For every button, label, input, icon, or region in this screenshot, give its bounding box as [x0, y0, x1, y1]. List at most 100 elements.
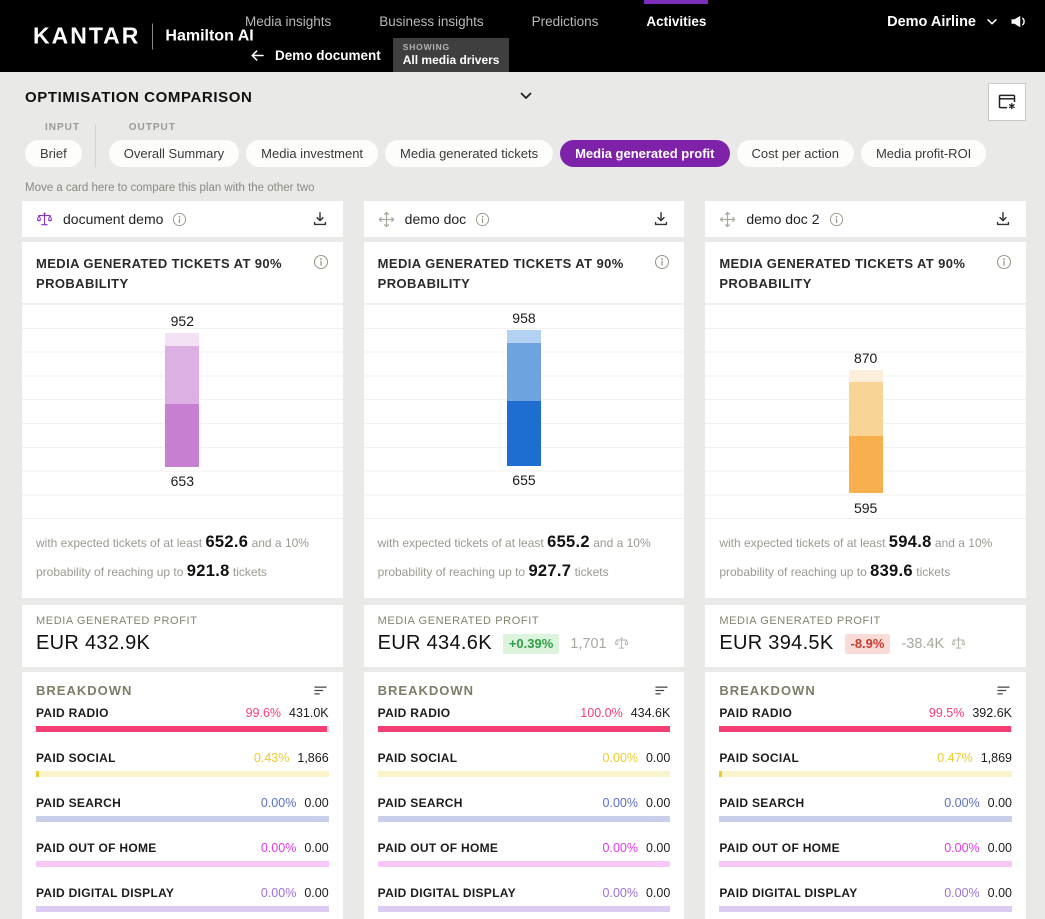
- tab-media-generated-profit[interactable]: Media generated profit: [560, 140, 730, 167]
- bar-max-label: 952: [170, 312, 195, 329]
- bar-max-label: 870: [853, 349, 878, 366]
- sort-icon: [995, 682, 1012, 699]
- plan-name: demo doc: [404, 211, 467, 227]
- probability-bar: [848, 369, 883, 494]
- tab-overall-summary[interactable]: Overall Summary: [108, 140, 240, 167]
- showing-filter-badge[interactable]: SHOWING All media drivers: [392, 38, 510, 72]
- manage-cards-button[interactable]: [988, 83, 1026, 121]
- channel-bar-track: [36, 816, 329, 823]
- channel-value: 0.00: [645, 841, 671, 856]
- nav-activities[interactable]: Activities: [644, 0, 709, 35]
- move-handle[interactable]: [377, 210, 396, 229]
- channel-percent: 0.00%: [602, 796, 638, 811]
- channel-value: 0.00: [645, 751, 671, 766]
- breakdown-row: PAID SOCIAL 0.00% 0.00: [377, 751, 671, 778]
- move-handle[interactable]: [718, 210, 737, 229]
- sort-button[interactable]: [653, 682, 670, 699]
- plan-card-3: demo doc 2 MEDIA GENERATED TICKETS AT 90…: [705, 201, 1026, 919]
- output-group: OUTPUT Overall Summary Media investment …: [108, 122, 987, 167]
- channel-bar-track: [36, 906, 329, 913]
- collapse-section-button[interactable]: [518, 88, 534, 107]
- profit-delta-badge: -8.9%: [844, 633, 891, 654]
- drop-zone-hint: Move a card here to compare this plan wi…: [25, 182, 315, 194]
- download-button[interactable]: [310, 209, 330, 229]
- breakdown-row: PAID SEARCH 0.00% 0.00: [377, 796, 671, 823]
- info-icon[interactable]: [829, 212, 844, 227]
- channel-label: PAID SOCIAL: [377, 751, 458, 766]
- channel-bar-track: [377, 861, 671, 868]
- megaphone-icon[interactable]: [1008, 11, 1029, 32]
- channel-bar-track: [719, 771, 1012, 778]
- profit-value: EUR 434.6K: [377, 632, 492, 655]
- tickets-summary: with expected tickets of at least 594.8 …: [719, 533, 993, 581]
- probability-bar: [506, 329, 541, 467]
- channel-bar-track: [377, 726, 671, 733]
- download-icon: [310, 209, 330, 229]
- channel-value: 0.00: [304, 796, 329, 811]
- breakdown-row: PAID RADIO 99.6% 431.0K: [36, 706, 329, 733]
- breakdown-card: BREAKDOWN PAID RADIO 99.5% 392.6K PAID SOCI…: [705, 672, 1026, 919]
- breakdown-rows: PAID RADIO 99.6% 431.0K PAID SOCIAL 0.43% 1,8…: [36, 706, 329, 919]
- info-icon[interactable]: [475, 212, 490, 227]
- breakdown-card: BREAKDOWN PAID RADIO 100.0% 434.6K PAID SOC…: [363, 672, 685, 919]
- tab-media-generated-tickets[interactable]: Media generated tickets: [385, 140, 554, 167]
- section-title-row: OPTIMISATION COMPARISON: [25, 83, 1026, 121]
- nav-predictions[interactable]: Predictions: [530, 0, 601, 35]
- channel-bar-fill: [719, 771, 723, 778]
- product-name: Hamilton AI: [165, 27, 254, 44]
- brand-divider: [152, 23, 154, 49]
- info-icon[interactable]: [313, 254, 329, 270]
- channel-bar-track: [719, 861, 1012, 868]
- download-button[interactable]: [993, 209, 1013, 229]
- tickets-card: MEDIA GENERATED TICKETS AT 90% PROBABILI…: [363, 242, 685, 599]
- profit-label: MEDIA GENERATED PROFIT: [36, 615, 198, 628]
- tickets-card: MEDIA GENERATED TICKETS AT 90% PROBABILI…: [705, 242, 1026, 599]
- bar-segment: [848, 382, 883, 437]
- channel-label: PAID OUT OF HOME: [36, 841, 157, 856]
- plan-name: demo doc 2: [746, 211, 820, 227]
- channel-value: 1,866: [297, 751, 329, 766]
- tab-media-profit-roi[interactable]: Media profit-ROI: [860, 140, 987, 167]
- expected-tickets-value: 655.2: [547, 533, 590, 552]
- expected-tickets-value: 652.6: [205, 533, 249, 552]
- breakdown-rows: PAID RADIO 99.5% 392.6K PAID SOCIAL 0.47% 1,8…: [719, 706, 1012, 919]
- tickets-summary: with expected tickets of at least 652.6 …: [36, 533, 309, 581]
- breakdown-title: BREAKDOWN: [719, 683, 816, 699]
- bar-segment: [165, 332, 200, 347]
- info-icon[interactable]: [172, 212, 187, 227]
- account-menu[interactable]: Demo Airline: [887, 11, 1029, 32]
- view-filters: INPUT Brief OUTPUT Overall Summary Media…: [25, 122, 1026, 167]
- nav-business-insights[interactable]: Business insights: [377, 0, 485, 35]
- nav-media-insights[interactable]: Media insights: [243, 0, 333, 35]
- tab-brief[interactable]: Brief: [25, 140, 82, 167]
- channel-bar-fill: [719, 726, 1011, 733]
- channel-label: PAID DIGITAL DISPLAY: [36, 886, 175, 901]
- download-button[interactable]: [651, 209, 671, 229]
- info-icon[interactable]: [996, 254, 1012, 270]
- probability-chart: 958 655: [363, 304, 685, 520]
- sort-button[interactable]: [995, 682, 1012, 699]
- download-icon: [651, 209, 671, 229]
- channel-percent: 0.00%: [602, 751, 638, 766]
- showing-value: All media drivers: [402, 53, 500, 67]
- channel-value: 392.6K: [972, 706, 1012, 721]
- bar-min-label: 595: [853, 499, 878, 516]
- bar-segment: [848, 369, 883, 383]
- channel-label: PAID RADIO: [377, 706, 451, 721]
- breakdown-row: PAID SOCIAL 0.43% 1,866: [36, 751, 329, 778]
- back-button[interactable]: Demo document: [249, 47, 381, 64]
- bar-segment: [506, 401, 541, 467]
- tab-cost-per-action[interactable]: Cost per action: [736, 140, 854, 167]
- profit-delta-badge: +0.39%: [502, 633, 560, 654]
- sort-button[interactable]: [312, 682, 329, 699]
- tab-media-investment[interactable]: Media investment: [246, 140, 379, 167]
- move-icon: [377, 210, 396, 229]
- channel-value: 0.00: [987, 886, 1012, 901]
- profit-value: EUR 394.5K: [719, 632, 834, 655]
- info-icon[interactable]: [654, 254, 670, 270]
- tickets-title: MEDIA GENERATED TICKETS AT 90% PROBABILI…: [36, 256, 283, 292]
- channel-value: 0.00: [645, 886, 671, 901]
- channel-bar-track: [719, 816, 1012, 823]
- tickets-summary: with expected tickets of at least 655.2 …: [377, 533, 651, 581]
- breakdown-row: PAID DIGITAL DISPLAY 0.00% 0.00: [719, 886, 1012, 913]
